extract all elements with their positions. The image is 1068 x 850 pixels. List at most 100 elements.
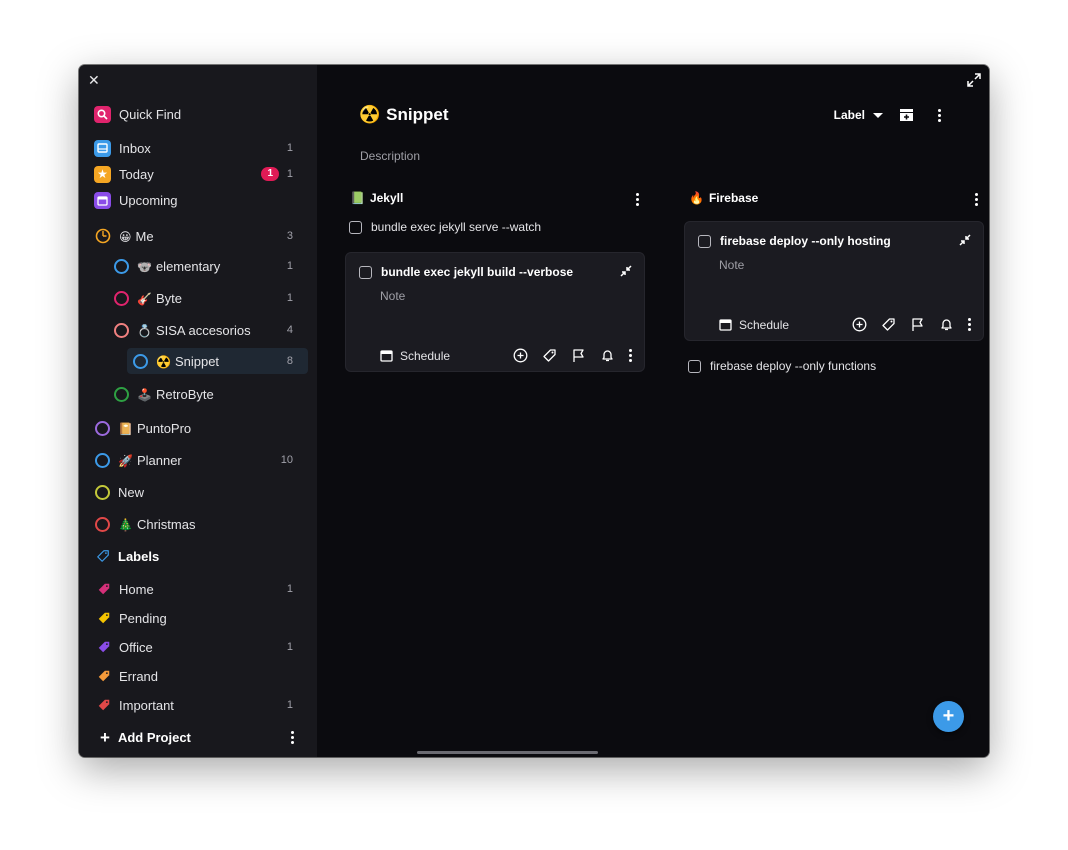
collapse-icon[interactable] bbox=[959, 234, 971, 246]
add-task-fab[interactable]: + bbox=[933, 701, 964, 732]
schedule-button[interactable]: Schedule bbox=[719, 318, 852, 332]
task-title: firebase deploy --only functions bbox=[710, 359, 877, 373]
project-label: Snippet bbox=[174, 353, 220, 369]
project-circle-icon bbox=[95, 420, 110, 436]
task-title[interactable]: firebase deploy --only hosting bbox=[720, 234, 891, 248]
project-circle-icon bbox=[114, 386, 129, 402]
search-icon bbox=[94, 105, 111, 123]
schedule-label: Schedule bbox=[400, 348, 451, 363]
project-label: elementary bbox=[155, 258, 221, 274]
sidebar-label-important[interactable]: Important 1 bbox=[79, 692, 317, 718]
labels-section-header[interactable]: Labels bbox=[79, 543, 317, 569]
task-checkbox[interactable] bbox=[688, 359, 701, 373]
schedule-button[interactable]: Schedule bbox=[380, 349, 513, 363]
item-count: 3 bbox=[286, 230, 293, 242]
task-checkbox[interactable] bbox=[349, 220, 362, 234]
header-toolbar: Label bbox=[834, 108, 941, 122]
tag-icon[interactable] bbox=[542, 348, 557, 363]
project-menu-icon[interactable] bbox=[938, 108, 941, 122]
section-header-firebase: 🔥 Firebase bbox=[689, 191, 758, 205]
task-item[interactable]: bundle exec jekyll serve --watch bbox=[349, 220, 541, 234]
horizontal-scrollbar[interactable] bbox=[417, 751, 598, 754]
task-card-expanded[interactable]: firebase deploy --only hosting Note Sche… bbox=[684, 221, 984, 341]
item-count: 8 bbox=[286, 355, 293, 367]
sidebar-project-me[interactable]: 😀 Me 3 bbox=[79, 223, 317, 249]
sidebar-label-errand[interactable]: Errand bbox=[79, 663, 317, 689]
sidebar-project-retrobyte[interactable]: 🕹️ RetroByte bbox=[79, 381, 317, 407]
bell-icon[interactable] bbox=[600, 348, 615, 363]
close-icon[interactable]: ✕ bbox=[88, 73, 102, 87]
sidebar-project-christmas[interactable]: 🎄 Christmas bbox=[79, 511, 317, 537]
task-note-field[interactable]: Note bbox=[719, 258, 744, 272]
task-item[interactable]: firebase deploy --only functions bbox=[688, 359, 876, 373]
project-label: Me bbox=[135, 228, 154, 244]
sidebar-label-home[interactable]: Home 1 bbox=[79, 576, 317, 602]
project-emoji: 😀 bbox=[119, 229, 132, 244]
project-label: New bbox=[118, 484, 145, 500]
project-emoji: 🎄 bbox=[118, 517, 133, 532]
label-name: Pending bbox=[119, 610, 167, 626]
add-subtask-icon[interactable] bbox=[852, 317, 867, 332]
task-card-footer: Schedule bbox=[380, 348, 632, 363]
sidebar-label-office[interactable]: Office 1 bbox=[79, 634, 317, 660]
sidebar-menu-icon[interactable] bbox=[291, 730, 294, 744]
add-subtask-icon[interactable] bbox=[513, 348, 528, 363]
sidebar-item-upcoming[interactable]: Upcoming bbox=[79, 187, 317, 213]
item-count: 4 bbox=[286, 324, 293, 336]
bell-icon[interactable] bbox=[939, 317, 954, 332]
project-emoji: 📔 bbox=[118, 421, 133, 436]
project-emoji: 🐨 bbox=[137, 259, 152, 274]
project-circle-icon bbox=[95, 452, 110, 468]
task-menu-icon[interactable] bbox=[629, 349, 632, 362]
project-emoji: 💍 bbox=[137, 323, 152, 338]
sidebar-item-inbox[interactable]: Inbox 1 bbox=[79, 135, 317, 161]
add-project-label: Add Project bbox=[117, 729, 191, 745]
project-label: RetroByte bbox=[155, 386, 214, 402]
sidebar-project-elementary[interactable]: 🐨 elementary 1 bbox=[79, 253, 317, 279]
sidebar-project-puntopro[interactable]: 📔 PuntoPro bbox=[79, 415, 317, 441]
project-label: Planner bbox=[136, 452, 182, 468]
tag-icon bbox=[98, 699, 110, 711]
sidebar-project-snippet[interactable]: ☢️ Snippet 8 bbox=[79, 348, 317, 374]
project-emoji: ☢️ bbox=[156, 354, 171, 369]
project-emoji: 🎸 bbox=[137, 291, 152, 306]
sidebar-label-pending[interactable]: Pending bbox=[79, 605, 317, 631]
section-menu-icon[interactable] bbox=[975, 193, 978, 206]
quick-find-item[interactable]: Quick Find bbox=[79, 101, 317, 127]
project-circle-icon bbox=[114, 322, 129, 338]
sidebar-item-today[interactable]: ★ Today 1 1 bbox=[79, 161, 317, 187]
app-window: ✕ Quick Find Inbox 1 ★ Today 1 1 Upcomin… bbox=[79, 65, 989, 757]
project-emoji: 🕹️ bbox=[137, 387, 152, 402]
flag-icon[interactable] bbox=[571, 348, 586, 363]
schedule-label: Schedule bbox=[739, 317, 790, 332]
sidebar-project-new[interactable]: New bbox=[79, 479, 317, 505]
tag-icon[interactable] bbox=[881, 317, 896, 332]
collapse-icon[interactable] bbox=[620, 265, 632, 277]
label-filter-button[interactable]: Label bbox=[834, 108, 883, 122]
task-card-expanded[interactable]: bundle exec jekyll build --verbose Note … bbox=[345, 252, 645, 372]
sidebar-project-planner[interactable]: 🚀 Planner 10 bbox=[79, 447, 317, 473]
sidebar-project-sisa[interactable]: 💍 SISA accesorios 4 bbox=[79, 317, 317, 343]
add-section-icon[interactable] bbox=[899, 108, 914, 122]
task-menu-icon[interactable] bbox=[968, 318, 971, 331]
sidebar-project-byte[interactable]: 🎸 Byte 1 bbox=[79, 285, 317, 311]
section-menu-icon[interactable] bbox=[636, 193, 639, 206]
item-count: 1 bbox=[286, 292, 293, 304]
task-checkbox[interactable] bbox=[359, 265, 372, 279]
tag-icon bbox=[98, 612, 110, 624]
task-card-header: firebase deploy --only hosting bbox=[698, 234, 891, 248]
tag-icon bbox=[98, 641, 110, 653]
flag-icon[interactable] bbox=[910, 317, 925, 332]
page-title: ☢️ Snippet bbox=[359, 105, 449, 125]
task-note-field[interactable]: Note bbox=[380, 289, 405, 303]
task-checkbox[interactable] bbox=[698, 234, 711, 248]
maximize-icon[interactable] bbox=[967, 73, 981, 87]
description-field[interactable]: Description bbox=[360, 149, 420, 163]
project-circle-icon bbox=[95, 516, 110, 532]
main-board: ☢️ Snippet Description Label 📗 Jekyll bu… bbox=[317, 65, 989, 757]
task-actions bbox=[513, 348, 632, 363]
section-emoji: 🔥 bbox=[689, 191, 704, 205]
progress-circle-icon bbox=[95, 228, 111, 244]
task-title[interactable]: bundle exec jekyll build --verbose bbox=[381, 265, 573, 279]
add-project-button[interactable]: + Add Project bbox=[79, 724, 317, 750]
